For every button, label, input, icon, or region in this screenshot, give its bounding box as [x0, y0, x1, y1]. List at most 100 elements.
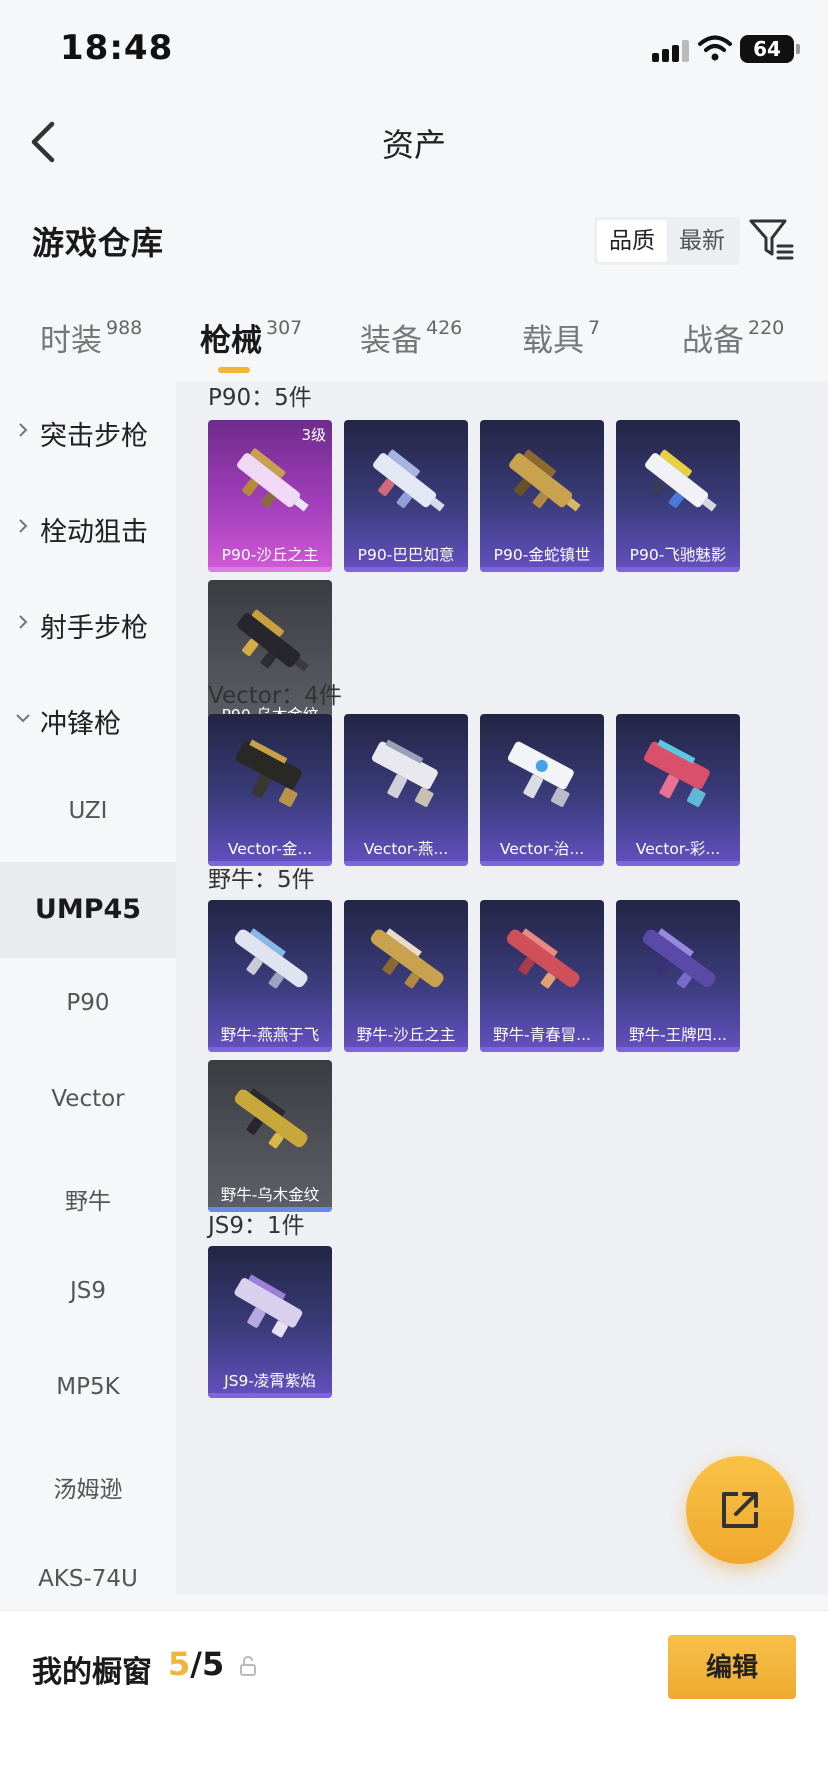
- weapon-level-badge: 3级: [301, 426, 326, 444]
- weapon-skin-list[interactable]: P90：5件 3级 P90-沙丘之主 P90-巴巴如意 P90-金蛇镇世 P90…: [176, 382, 828, 1594]
- tab-fashion[interactable]: 时装 988: [40, 315, 142, 383]
- sidebar-group-label: 栓动狙击: [40, 517, 148, 548]
- weapon-skin-card[interactable]: Vector-燕...: [344, 714, 468, 866]
- weapon-skin-card[interactable]: Vector-治...: [480, 714, 604, 866]
- weapon-skin-name: P90-金蛇镇世: [493, 546, 591, 564]
- tab-combat-gear[interactable]: 战备 220: [682, 315, 784, 383]
- tab-label: 载具: [522, 323, 584, 359]
- weapon-skin-card[interactable]: 3级 P90-沙丘之主: [208, 420, 332, 572]
- filter-icon[interactable]: [748, 216, 794, 262]
- sidebar-item-label: UMP45: [34, 894, 142, 925]
- sidebar-item-label: P90: [66, 990, 110, 1016]
- sidebar-group-smg[interactable]: 冲锋枪: [0, 670, 176, 766]
- weapon-skin-image: [234, 928, 308, 989]
- weapon-skin-card[interactable]: 野牛-乌木金纹: [208, 1060, 332, 1212]
- weapon-skin-image: [234, 1088, 308, 1149]
- sidebar-item-js9[interactable]: JS9: [0, 1246, 176, 1342]
- weapon-skin-name: 野牛-王牌四...: [629, 1026, 727, 1044]
- rarity-bar: [208, 1047, 332, 1052]
- lock-icon: [240, 1655, 256, 1676]
- rarity-bar: [616, 861, 740, 866]
- rarity-bar: [344, 861, 468, 866]
- sidebar-item-label: AKS-74U: [38, 1566, 138, 1592]
- rarity-bar: [344, 567, 468, 572]
- weapon-skin-image: [507, 741, 574, 807]
- share-button[interactable]: [686, 1456, 794, 1564]
- sidebar-group-marksman-rifle[interactable]: 射手步枪: [0, 574, 176, 670]
- sort-quality-option[interactable]: 品质: [597, 220, 667, 262]
- page-title: 资产: [381, 126, 446, 164]
- sidebar-item-uzi[interactable]: UZI: [0, 766, 176, 862]
- tab-equipment[interactable]: 装备 426: [360, 315, 462, 383]
- weapon-skin-card[interactable]: 野牛-燕燕于飞: [208, 900, 332, 1052]
- assets-page: 18:48 64 资产 游戏仓库 品质 最新 时装 988 枪械 307 装备 …: [0, 0, 828, 1792]
- sidebar-item-label: Vector: [51, 1086, 125, 1112]
- sidebar-group-assault-rifle[interactable]: 突击步枪: [0, 382, 176, 478]
- weapon-skin-card[interactable]: Vector-金...: [208, 714, 332, 866]
- sort-newest-option[interactable]: 最新: [667, 220, 737, 262]
- tab-count: 988: [106, 317, 143, 339]
- weapon-skin-image: [506, 928, 580, 989]
- weapon-category-sidebar: 突击步枪 栓动狙击 射手步枪 冲锋枪 UZI UMP45 P90 Vector …: [0, 382, 176, 1610]
- chevron-down-icon: [16, 714, 30, 723]
- weapon-skin-card[interactable]: 野牛-青春冒...: [480, 900, 604, 1052]
- sidebar-group-label: 冲锋枪: [40, 709, 121, 740]
- showcase-count: 5/5: [168, 1645, 224, 1683]
- sidebar-item-mp5k[interactable]: MP5K: [0, 1342, 176, 1438]
- sidebar-item-p90[interactable]: P90: [0, 958, 176, 1054]
- weapon-skin-name: 野牛-沙丘之主: [356, 1026, 456, 1044]
- edit-button[interactable]: 编辑: [668, 1635, 796, 1699]
- section-header: Vector：4件: [208, 683, 342, 709]
- share-icon: [722, 1492, 758, 1528]
- weapon-skin-name: JS9-凌霄紫焰: [224, 1372, 316, 1390]
- battery-icon: [796, 44, 800, 54]
- weapon-skin-image: [373, 449, 445, 512]
- sidebar-group-bolt-sniper[interactable]: 栓动狙击: [0, 478, 176, 574]
- weapon-skin-card[interactable]: P90-飞驰魅影: [616, 420, 740, 572]
- sidebar-item-label: 野牛: [65, 1189, 111, 1215]
- sidebar-item-label: JS9: [69, 1278, 107, 1304]
- weapon-skin-name: P90-飞驰魅影: [629, 546, 727, 564]
- tab-count: 426: [426, 317, 463, 339]
- weapon-skin-card[interactable]: JS9-凌霄紫焰: [208, 1246, 332, 1398]
- status-bar: 18:48 64: [0, 0, 828, 100]
- weapon-skin-card[interactable]: 野牛-沙丘之主: [344, 900, 468, 1052]
- showcase-bar: 我的橱窗 5/5 编辑: [0, 1610, 828, 1792]
- sidebar-item-ump45[interactable]: UMP45: [0, 862, 176, 958]
- weapon-skin-card[interactable]: 野牛-王牌四...: [616, 900, 740, 1052]
- showcase-separator: /: [190, 1645, 202, 1683]
- cellular-signal-icon: [652, 40, 692, 62]
- showcase-total: 5: [201, 1645, 225, 1683]
- weapon-skin-name: P90-巴巴如意: [357, 546, 455, 564]
- chevron-right-icon: [19, 519, 28, 533]
- section-header: JS9：1件: [208, 1213, 305, 1239]
- rarity-bar: [208, 1393, 332, 1398]
- weapon-skin-image: [370, 928, 444, 989]
- weapon-skin-image: [234, 1274, 303, 1338]
- sidebar-item-thompson[interactable]: 汤姆逊: [0, 1438, 176, 1534]
- weapon-skin-image: [643, 739, 710, 807]
- tab-firearms[interactable]: 枪械 307: [200, 315, 302, 383]
- sidebar-group-label: 射手步枪: [40, 613, 148, 644]
- chevron-right-icon: [19, 615, 28, 629]
- tab-vehicles[interactable]: 载具 7: [522, 315, 600, 383]
- sort-toggle: 品质 最新: [594, 217, 740, 265]
- tab-label: 装备: [360, 323, 422, 359]
- weapon-skin-image: [235, 739, 302, 807]
- sidebar-item-bizon[interactable]: 野牛: [0, 1150, 176, 1246]
- sidebar-item-aks74u[interactable]: AKS-74U: [0, 1534, 176, 1610]
- rarity-bar: [344, 1047, 468, 1052]
- showcase-current: 5: [168, 1645, 191, 1683]
- tab-label: 枪械: [200, 323, 262, 359]
- weapon-skin-card[interactable]: P90-巴巴如意: [344, 420, 468, 572]
- sidebar-item-label: MP5K: [56, 1374, 120, 1400]
- rarity-bar: [616, 567, 740, 572]
- weapon-skin-card[interactable]: Vector-彩...: [616, 714, 740, 866]
- wifi-icon: [698, 35, 732, 61]
- rarity-bar: [480, 861, 604, 866]
- rarity-bar: [616, 1047, 740, 1052]
- section-header: P90：5件: [208, 385, 312, 411]
- sidebar-item-vector[interactable]: Vector: [0, 1054, 176, 1150]
- weapon-skin-card[interactable]: P90-金蛇镇世: [480, 420, 604, 572]
- tab-count: 307: [266, 317, 303, 339]
